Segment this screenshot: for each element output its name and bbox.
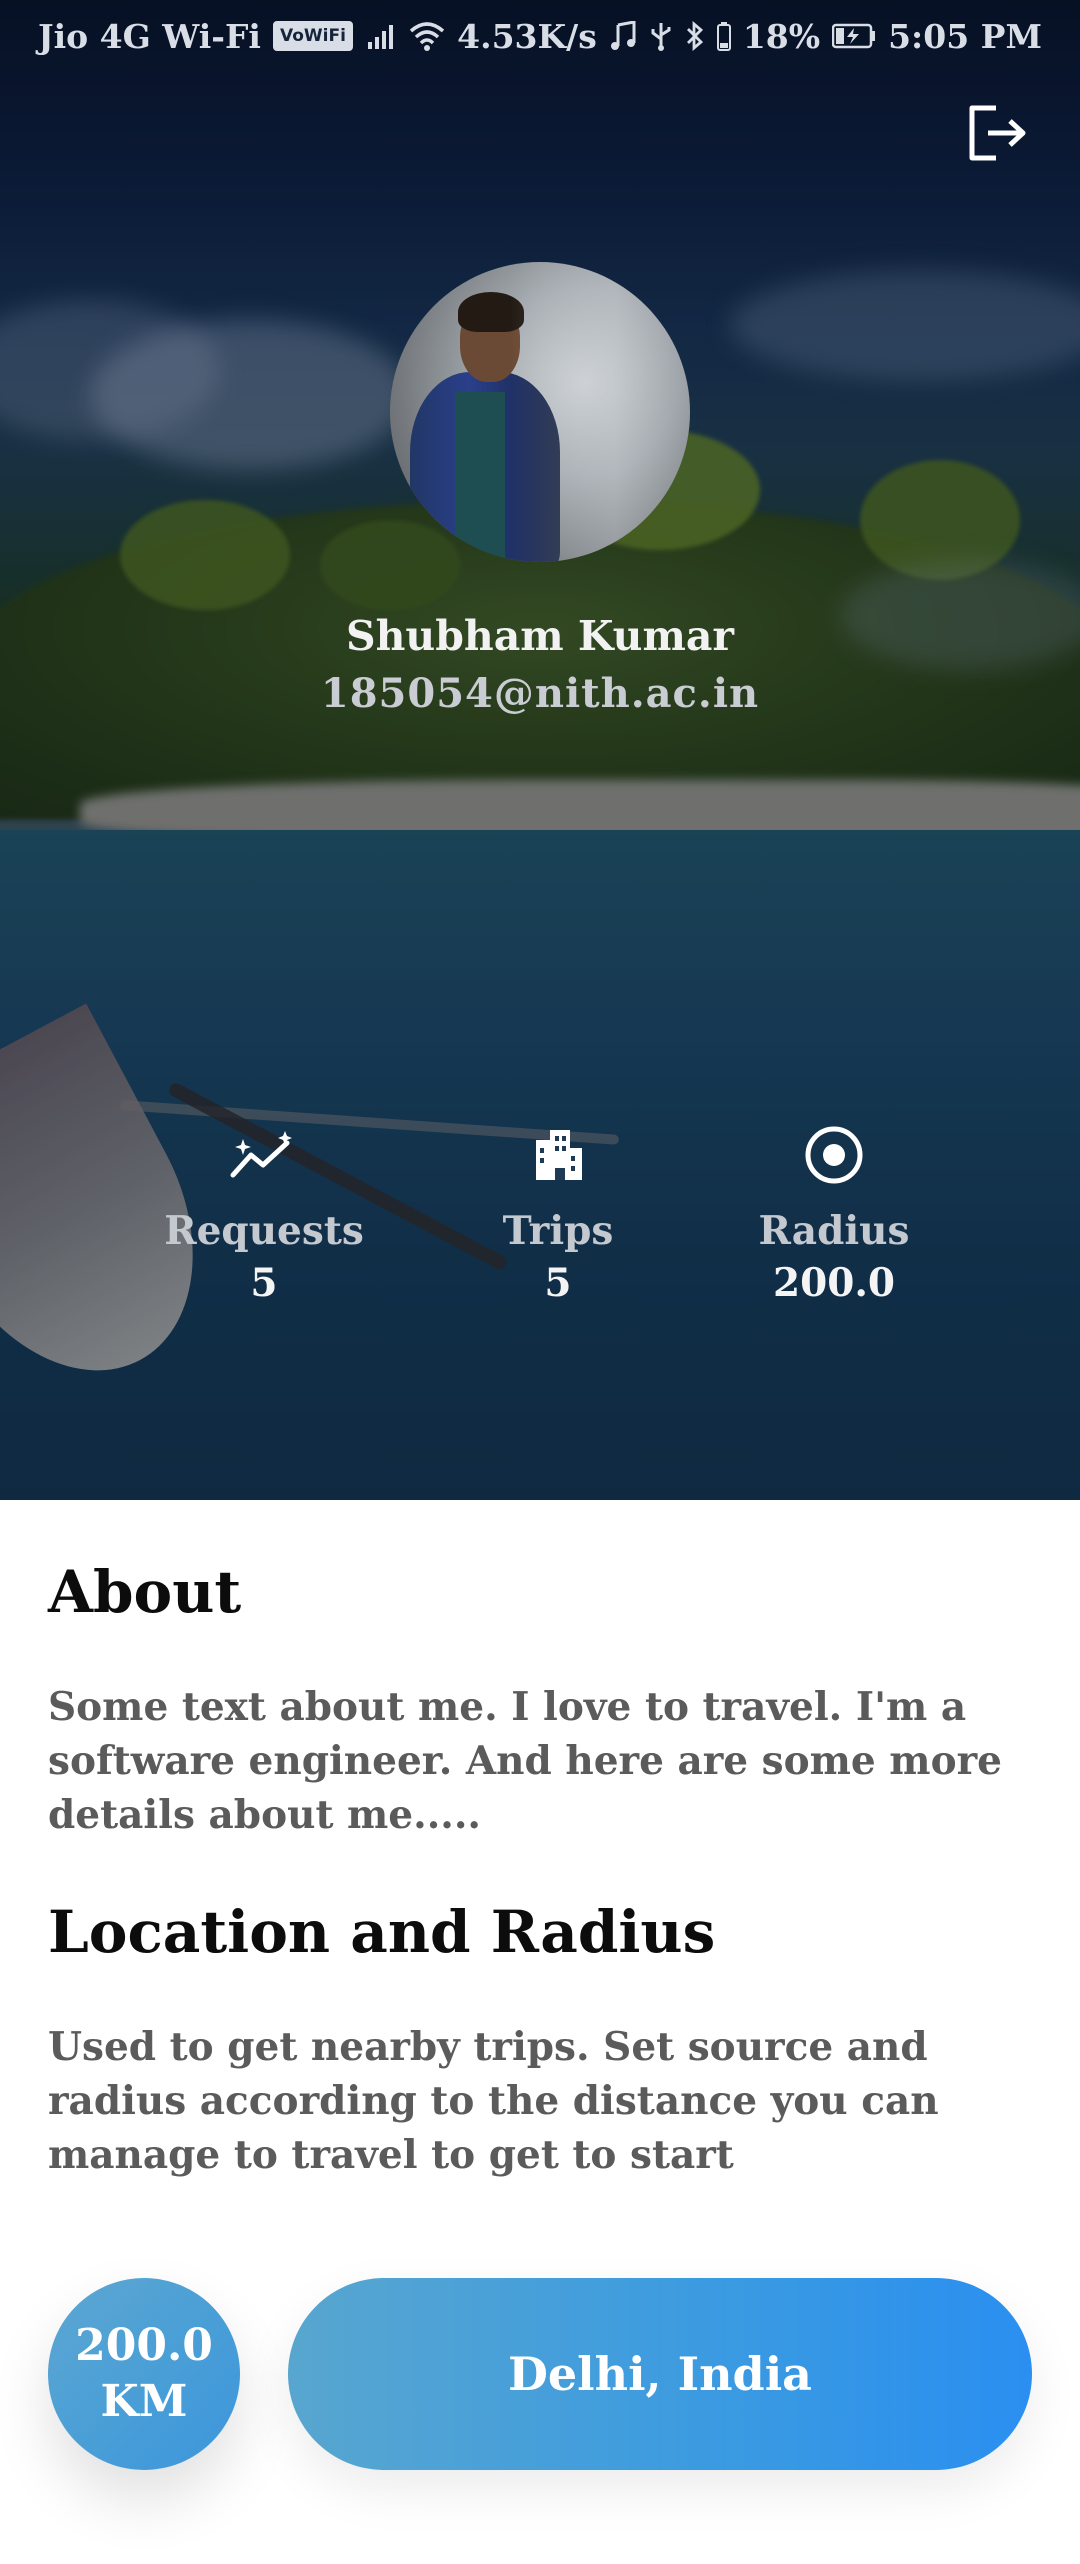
status-bar: Jio 4G Wi-Fi VoWiFi 4.53K/s 18% 5:05 PM [0,0,1080,72]
status-bar-left: Jio 4G Wi-Fi VoWiFi [38,17,353,56]
logout-icon [969,105,1026,161]
network-speed: 4.53K/s [457,16,597,56]
stat-requests-value: 5 [250,1260,278,1306]
vowifi-badge: VoWiFi [272,21,353,51]
bluetooth-icon [685,21,705,51]
stat-trips[interactable]: Trips 5 [428,1120,688,1306]
stat-trips-value: 5 [544,1260,572,1306]
buildings-icon [536,1130,582,1180]
location-text: Used to get nearby trips. Set source and… [48,2024,939,2178]
stat-requests[interactable]: Requests 5 [134,1120,394,1306]
location-button[interactable]: Delhi, India [288,2278,1032,2470]
wifi-icon [409,21,445,51]
about-title: About [48,1558,242,1626]
radius-value: 200.0 [75,2320,213,2371]
avatar-overlay [390,262,690,562]
clock: 5:05 PM [888,16,1042,56]
stat-requests-label: Requests [164,1208,364,1254]
stats-row: Requests 5 Trips 5 Radius 200.0 [0,1120,1080,1340]
target-icon [805,1126,863,1184]
radius-unit: KM [100,2376,188,2427]
battery-charging-icon [832,23,876,49]
about-text: Some text about me. I love to travel. I'… [48,1684,1002,1838]
carrier-label: Jio 4G Wi-Fi [38,16,261,56]
location-label: Delhi, India [508,2347,812,2401]
location-title: Location and Radius [48,1898,716,1966]
stat-radius-label: Radius [758,1208,910,1254]
music-icon [609,21,637,51]
avatar[interactable] [390,262,690,562]
profile-header: Jio 4G Wi-Fi VoWiFi 4.53K/s 18% 5:05 PM … [0,0,1080,1500]
radius-button[interactable]: 200.0 KM [48,2278,240,2470]
usb-icon [649,21,673,51]
stat-radius[interactable]: Radius 200.0 [704,1120,964,1306]
stat-radius-value: 200.0 [772,1260,896,1306]
profile-email: 185054@nith.ac.in [320,670,760,717]
battery-percent: 18% [742,16,821,56]
logout-button[interactable] [962,98,1032,168]
sparkle-chart-icon [230,1131,292,1178]
status-bar-right: 4.53K/s 18% 5:05 PM [367,17,1042,56]
signal-icon [367,22,397,50]
battery-vertical-icon [716,21,731,51]
stat-trips-label: Trips [502,1208,614,1254]
profile-name: Shubham Kumar [345,612,735,660]
profile-details: About Some text about me. I love to trav… [0,1500,1080,2564]
